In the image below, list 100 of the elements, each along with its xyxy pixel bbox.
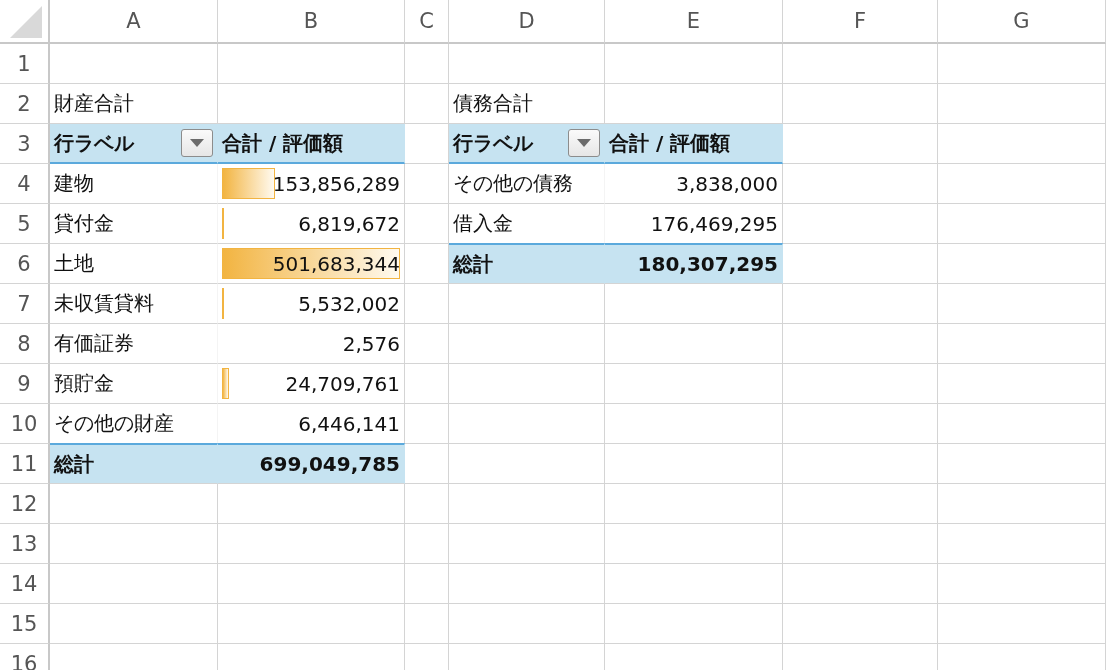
row-header[interactable]: 10 xyxy=(0,404,50,444)
empty-cell[interactable] xyxy=(783,324,938,364)
empty-cell[interactable] xyxy=(405,84,449,124)
empty-cell[interactable] xyxy=(938,244,1106,284)
empty-cell[interactable] xyxy=(218,604,405,644)
row-header[interactable]: 6 xyxy=(0,244,50,284)
empty-cell[interactable] xyxy=(783,204,938,244)
empty-cell[interactable] xyxy=(605,484,783,524)
empty-cell[interactable] xyxy=(783,444,938,484)
empty-cell[interactable] xyxy=(449,564,605,604)
empty-cell[interactable] xyxy=(449,364,605,404)
empty-cell[interactable] xyxy=(605,604,783,644)
empty-cell[interactable] xyxy=(783,564,938,604)
empty-cell[interactable] xyxy=(783,44,938,84)
row-header[interactable]: 16 xyxy=(0,644,50,670)
filter-dropdown-button[interactable] xyxy=(568,129,600,157)
table-cell[interactable]: 建物 xyxy=(50,164,218,204)
table-cell[interactable]: 有価証券 xyxy=(50,324,218,364)
column-header[interactable]: A xyxy=(50,0,218,44)
empty-cell[interactable] xyxy=(605,44,783,84)
empty-cell[interactable] xyxy=(938,524,1106,564)
table-cell[interactable]: 貸付金 xyxy=(50,204,218,244)
empty-cell[interactable] xyxy=(783,164,938,204)
column-header[interactable]: G xyxy=(938,0,1106,44)
empty-cell[interactable] xyxy=(449,404,605,444)
empty-cell[interactable] xyxy=(405,564,449,604)
column-header[interactable]: E xyxy=(605,0,783,44)
table-cell[interactable]: 5,532,002 xyxy=(218,284,405,324)
empty-cell[interactable] xyxy=(938,484,1106,524)
empty-cell[interactable] xyxy=(405,524,449,564)
row-header[interactable]: 14 xyxy=(0,564,50,604)
empty-cell[interactable] xyxy=(938,284,1106,324)
row-header[interactable]: 8 xyxy=(0,324,50,364)
empty-cell[interactable] xyxy=(405,44,449,84)
select-all-button[interactable] xyxy=(0,0,50,44)
empty-cell[interactable] xyxy=(405,164,449,204)
empty-cell[interactable] xyxy=(449,44,605,84)
table-cell[interactable]: 預貯金 xyxy=(50,364,218,404)
table-cell[interactable]: 153,856,289 xyxy=(218,164,405,204)
empty-cell[interactable] xyxy=(449,604,605,644)
empty-cell[interactable] xyxy=(405,364,449,404)
empty-cell[interactable] xyxy=(938,324,1106,364)
row-header[interactable]: 4 xyxy=(0,164,50,204)
empty-cell[interactable] xyxy=(783,84,938,124)
empty-cell[interactable] xyxy=(50,564,218,604)
table-cell[interactable]: 2,576 xyxy=(218,324,405,364)
table-cell[interactable]: その他の債務 xyxy=(449,164,605,204)
empty-cell[interactable] xyxy=(605,444,783,484)
table-cell[interactable]: 501,683,344 xyxy=(218,244,405,284)
empty-cell[interactable] xyxy=(50,44,218,84)
empty-cell[interactable] xyxy=(405,204,449,244)
empty-cell[interactable] xyxy=(938,164,1106,204)
empty-cell[interactable] xyxy=(449,524,605,564)
column-header[interactable]: C xyxy=(405,0,449,44)
empty-cell[interactable] xyxy=(218,44,405,84)
empty-cell[interactable] xyxy=(449,324,605,364)
empty-cell[interactable] xyxy=(938,364,1106,404)
row-header[interactable]: 15 xyxy=(0,604,50,644)
empty-cell[interactable] xyxy=(783,404,938,444)
column-header[interactable]: D xyxy=(449,0,605,44)
filter-dropdown-button[interactable] xyxy=(181,129,213,157)
empty-cell[interactable] xyxy=(938,404,1106,444)
empty-cell[interactable] xyxy=(405,604,449,644)
empty-cell[interactable] xyxy=(605,284,783,324)
empty-cell[interactable] xyxy=(938,444,1106,484)
column-header[interactable]: B xyxy=(218,0,405,44)
row-header[interactable]: 2 xyxy=(0,84,50,124)
column-header[interactable]: F xyxy=(783,0,938,44)
empty-cell[interactable] xyxy=(783,604,938,644)
empty-cell[interactable] xyxy=(405,484,449,524)
table-cell[interactable]: 未収賃貸料 xyxy=(50,284,218,324)
empty-cell[interactable] xyxy=(783,484,938,524)
empty-cell[interactable] xyxy=(938,124,1106,164)
row-header[interactable]: 5 xyxy=(0,204,50,244)
table-cell[interactable]: 6,819,672 xyxy=(218,204,405,244)
row-header[interactable]: 13 xyxy=(0,524,50,564)
table-cell[interactable]: 土地 xyxy=(50,244,218,284)
empty-cell[interactable] xyxy=(783,284,938,324)
empty-cell[interactable] xyxy=(938,564,1106,604)
row-header[interactable]: 9 xyxy=(0,364,50,404)
empty-cell[interactable] xyxy=(218,524,405,564)
empty-cell[interactable] xyxy=(218,564,405,604)
empty-cell[interactable] xyxy=(50,484,218,524)
table-cell[interactable]: 24,709,761 xyxy=(218,364,405,404)
empty-cell[interactable] xyxy=(605,404,783,444)
empty-cell[interactable] xyxy=(405,284,449,324)
empty-cell[interactable] xyxy=(605,324,783,364)
empty-cell[interactable] xyxy=(50,524,218,564)
empty-cell[interactable] xyxy=(449,444,605,484)
empty-cell[interactable] xyxy=(50,604,218,644)
row-header[interactable]: 7 xyxy=(0,284,50,324)
empty-cell[interactable] xyxy=(783,364,938,404)
row-header[interactable]: 12 xyxy=(0,484,50,524)
empty-cell[interactable] xyxy=(449,284,605,324)
row-header[interactable]: 1 xyxy=(0,44,50,84)
empty-cell[interactable] xyxy=(218,484,405,524)
empty-cell[interactable] xyxy=(938,604,1106,644)
empty-cell[interactable] xyxy=(605,524,783,564)
empty-cell[interactable] xyxy=(405,404,449,444)
empty-cell[interactable] xyxy=(405,324,449,364)
